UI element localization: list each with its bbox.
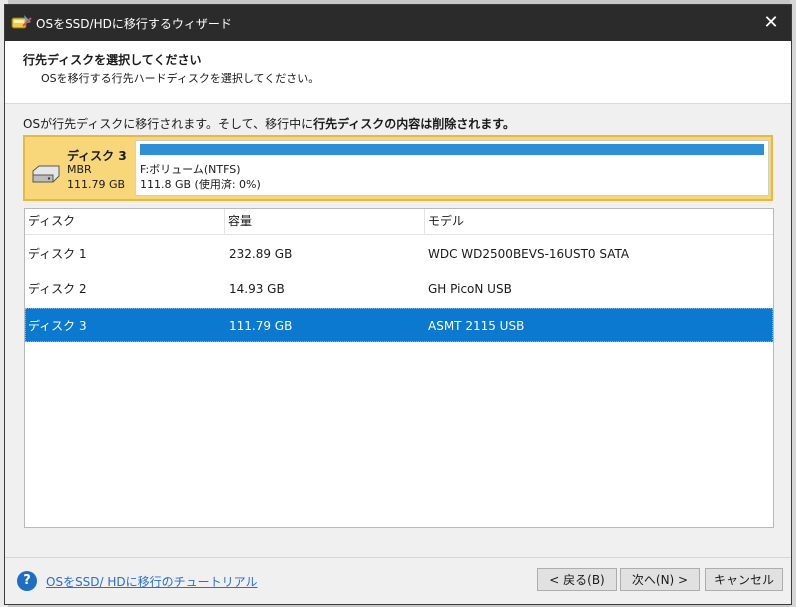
row-capacity: 111.79 GB (229, 319, 293, 333)
warning-text-bold: 行先ディスクの内容は削除されます。 (313, 117, 516, 131)
warning-text: OSが行先ディスクに移行されます。そして、移行中に行先ディスクの内容は削除されま… (23, 115, 515, 132)
close-button[interactable]: ✕ (751, 5, 791, 41)
wizard-app-icon (11, 15, 32, 29)
title-bar: OSをSSD/HDに移行するウィザード ✕ (5, 5, 791, 41)
disk-name: ディスク 3 (67, 149, 127, 163)
partition-usage-bar (140, 144, 764, 155)
row-capacity: 14.93 GB (229, 282, 285, 296)
selected-disk-card[interactable]: ディスク 3 MBR 111.79 GB F:ボリューム(NTFS) 111.8… (23, 135, 773, 201)
tutorial-link[interactable]: OSをSSD/ HDに移行のチュートリアル (46, 573, 258, 590)
disk-size: 111.79 GB (67, 178, 126, 191)
page-title: 行先ディスクを選択してください (23, 53, 202, 67)
warning-text-prefix: OSが行先ディスクに移行されます。そして、移行中に (23, 117, 314, 131)
table-header: ディスク 容量 モデル (25, 209, 773, 235)
partition-info: 111.8 GB (使用済: 0%) (140, 178, 261, 191)
back-button[interactable]: < 戻る(B) (537, 568, 617, 591)
row-disk: ディスク 1 (28, 247, 87, 261)
column-header-capacity[interactable]: 容量 (225, 209, 425, 234)
window-title: OSをSSD/HDに移行するウィザード (36, 17, 232, 31)
page-subtitle: OSを移行する行先ハードディスクを選択してください。 (41, 72, 320, 85)
partition-block[interactable]: F:ボリューム(NTFS) 111.8 GB (使用済: 0%) (135, 140, 769, 196)
row-disk: ディスク 3 (28, 319, 87, 333)
column-header-model[interactable]: モデル (425, 209, 773, 234)
table-row[interactable]: ディスク 1 232.89 GB WDC WD2500BEVS-16UST0 S… (25, 237, 773, 271)
footer-divider (5, 557, 791, 558)
table-row-selected[interactable]: ディスク 3 111.79 GB ASMT 2115 USB (25, 308, 773, 342)
migrate-os-wizard-window: OSをSSD/HDに移行するウィザード ✕ 行先ディスクを選択してください OS… (4, 4, 792, 605)
row-capacity: 232.89 GB (229, 247, 293, 261)
wizard-header: 行先ディスクを選択してください OSを移行する行先ハードディスクを選択してくださ… (5, 41, 791, 104)
close-icon: ✕ (763, 12, 779, 33)
row-model: WDC WD2500BEVS-16UST0 SATA (428, 247, 630, 261)
partition-name: F:ボリューム(NTFS) (140, 163, 241, 176)
row-disk: ディスク 2 (28, 282, 87, 296)
disk-table: ディスク 容量 モデル ディスク 1 232.89 GB WDC WD2500B… (24, 208, 774, 528)
cancel-button[interactable]: キャンセル (705, 568, 783, 591)
row-model: GH PicoN USB (428, 282, 512, 296)
column-header-disk[interactable]: ディスク (25, 209, 225, 234)
next-button[interactable]: 次へ(N) > (620, 568, 700, 591)
row-model: ASMT 2115 USB (428, 319, 525, 333)
question-icon[interactable]: ? (17, 571, 37, 591)
hard-drive-icon (32, 165, 60, 183)
table-row[interactable]: ディスク 2 14.93 GB GH PicoN USB (25, 272, 773, 306)
disk-type: MBR (67, 163, 92, 176)
